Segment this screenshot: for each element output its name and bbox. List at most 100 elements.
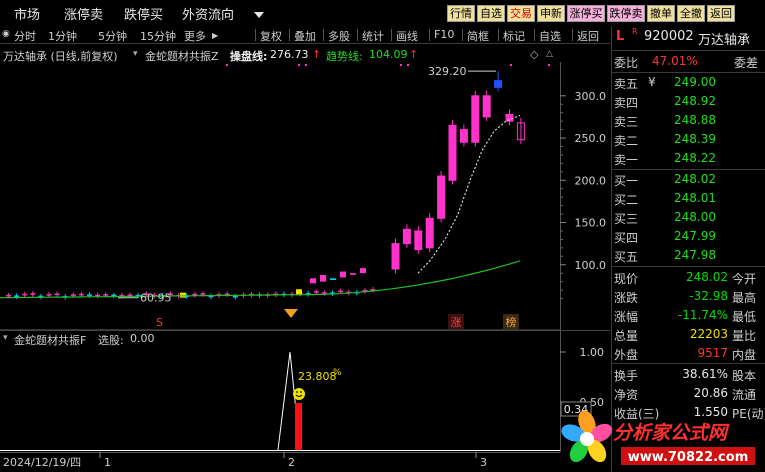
toolbar-divider <box>534 29 535 41</box>
quick-button-8[interactable]: 返回 <box>707 5 735 22</box>
watermark-url: www.70822.com <box>628 450 749 465</box>
ask-row-3[interactable]: 卖三 248.88 <box>612 112 765 130</box>
collapse-triangle-icon[interactable]: △ <box>546 49 553 59</box>
sub-indicator-chart[interactable]: 1.000.500.3423.808% <box>0 330 610 452</box>
axis-date-label: 2024/12/19/四 <box>3 456 81 469</box>
candle-body <box>6 295 11 297</box>
quick-button-1[interactable]: 自选 <box>477 5 505 22</box>
ask-row-2[interactable]: 卖二 248.39 <box>612 131 765 149</box>
quick-button-6[interactable]: 撤单 <box>647 5 675 22</box>
ask-row-4[interactable]: 卖四 248.92 <box>612 93 765 111</box>
stat-right-label: 最高 <box>732 291 757 305</box>
stat-right-label: 量比 <box>732 329 757 343</box>
signal-dot <box>510 64 512 66</box>
date-axis: 2024/12/19/四 1 2 3 <box>0 452 560 469</box>
period-tab-15min[interactable]: 15分钟 <box>140 28 176 44</box>
diamond-icon[interactable]: ◇ <box>530 48 538 61</box>
candle-body <box>494 80 503 88</box>
sub-y-tick-label: 1.00 <box>580 346 605 359</box>
stat2-label: 净资 <box>614 388 639 402</box>
smiley-icon <box>293 388 305 400</box>
ask-label: 卖三 <box>614 115 639 129</box>
high-price-label: 329.20 <box>428 65 467 78</box>
bid-row-1[interactable]: 买一 248.02 <box>612 171 765 189</box>
axis-month-mark-1: 1 <box>104 456 111 469</box>
period-tab-timeshare[interactable]: 分时 <box>14 28 36 44</box>
wei-bi-label: 委比 <box>614 56 639 70</box>
quick-button-3[interactable]: 申新 <box>537 5 565 22</box>
tool-mark-button[interactable]: 标记 <box>503 28 525 44</box>
stat-value: 9517 <box>697 346 728 360</box>
period-tab-1min[interactable]: 1分钟 <box>48 28 77 44</box>
tool-multi-stock-button[interactable]: 多股 <box>328 28 350 44</box>
bid-label: 买二 <box>614 193 639 207</box>
period-tab-5min[interactable]: 5分钟 <box>98 28 127 44</box>
stat-right-label: 今开 <box>732 272 757 286</box>
candle-body <box>391 243 400 270</box>
signal-dot <box>407 64 409 66</box>
quote-flag: L <box>616 29 625 44</box>
bid-row-5[interactable]: 买五 247.98 <box>612 247 765 265</box>
candle-body <box>46 294 52 296</box>
stock-code: 920002 <box>644 29 694 44</box>
menu-foreign-flow[interactable]: 外资流向 <box>182 4 234 23</box>
stat-label: 涨幅 <box>614 310 639 324</box>
toolbar-divider <box>462 29 463 41</box>
line1-value: 276.73 <box>270 48 309 61</box>
bid-row-2[interactable]: 买二 248.01 <box>612 190 765 208</box>
stat-label: 总量 <box>614 329 639 343</box>
main-candlestick-chart[interactable]: 300.0 250.0 200.0 150.0 100.0 329.20 60.95 S 涨 榜 <box>0 62 610 330</box>
watermark-title: 分析家公式网 <box>613 422 730 444</box>
quick-button-2[interactable]: 交易 <box>507 5 535 22</box>
tool-adjust-button[interactable]: 复权 <box>260 28 282 44</box>
quick-button-7[interactable]: 全撤 <box>677 5 705 22</box>
candle-body <box>232 296 238 298</box>
bid-label: 买四 <box>614 231 639 245</box>
candle-body <box>103 294 109 296</box>
candle-body <box>340 271 346 278</box>
quick-button-4[interactable]: 涨停买 <box>567 5 605 22</box>
quick-button-5[interactable]: 跌停卖 <box>607 5 645 22</box>
ask-row-1[interactable]: 卖一 248.22 <box>612 150 765 168</box>
ask-price: 249.00 <box>674 75 716 89</box>
ask-price: 248.22 <box>674 151 716 165</box>
candle-body <box>459 129 468 143</box>
candle-body <box>338 290 344 293</box>
stat-row-4: 外盘 9517 内盘 <box>612 345 765 363</box>
stat2-label: 换手 <box>614 369 639 383</box>
tool-stats-button[interactable]: 统计 <box>362 28 384 44</box>
menu-market[interactable]: 市场 <box>14 4 40 23</box>
bid-label: 买三 <box>614 212 639 226</box>
zhang-tag: 涨 <box>451 316 462 329</box>
stat-label: 外盘 <box>614 348 639 362</box>
tool-f10-button[interactable]: F10 <box>434 28 454 41</box>
tool-watchlist-button[interactable]: 自选 <box>539 28 561 44</box>
tool-draw-button[interactable]: 画线 <box>396 28 418 44</box>
period-tab-more[interactable]: 更多 <box>184 28 206 44</box>
tool-simple-frame-button[interactable]: 简框 <box>467 28 489 44</box>
signal-dot <box>298 64 300 66</box>
axis-month-mark-2: 2 <box>288 456 295 469</box>
bid-row-4[interactable]: 买四 247.99 <box>612 228 765 246</box>
quick-button-0[interactable]: 行情 <box>447 5 475 22</box>
quote-r-mark: R <box>632 27 638 36</box>
candle-body <box>30 293 36 295</box>
stat-label: 涨跌 <box>614 291 639 305</box>
tool-back-button[interactable]: 返回 <box>577 28 599 44</box>
chart-toolbar: ◉ 分时 1分钟 5分钟 15分钟 更多 ▶ 复权 叠加 多股 统计 画线 F1… <box>0 26 610 44</box>
candle-body <box>70 294 76 296</box>
menu-limit-down-buy[interactable]: 跌停买 <box>124 4 163 23</box>
more-chevron-icon[interactable]: ▶ <box>212 31 218 40</box>
tool-overlay-button[interactable]: 叠加 <box>294 28 316 44</box>
menu-more-chevron-down-icon[interactable] <box>254 12 264 18</box>
ask-row-5[interactable]: 卖五 ¥249.00 <box>612 74 765 92</box>
toolbar-divider <box>255 29 256 41</box>
indicator-settings-icon[interactable]: ▾ <box>133 49 138 59</box>
bid-row-3[interactable]: 买三 248.00 <box>612 209 765 227</box>
menu-limit-up-sell[interactable]: 涨停卖 <box>64 4 103 23</box>
ask-label: 卖二 <box>614 134 639 148</box>
stat2-right-label: 流通 <box>732 388 757 402</box>
ask-price: 248.39 <box>674 132 716 146</box>
y-tick-label: 300.0 <box>575 90 607 103</box>
stat-right-label: 内盘 <box>732 348 757 362</box>
